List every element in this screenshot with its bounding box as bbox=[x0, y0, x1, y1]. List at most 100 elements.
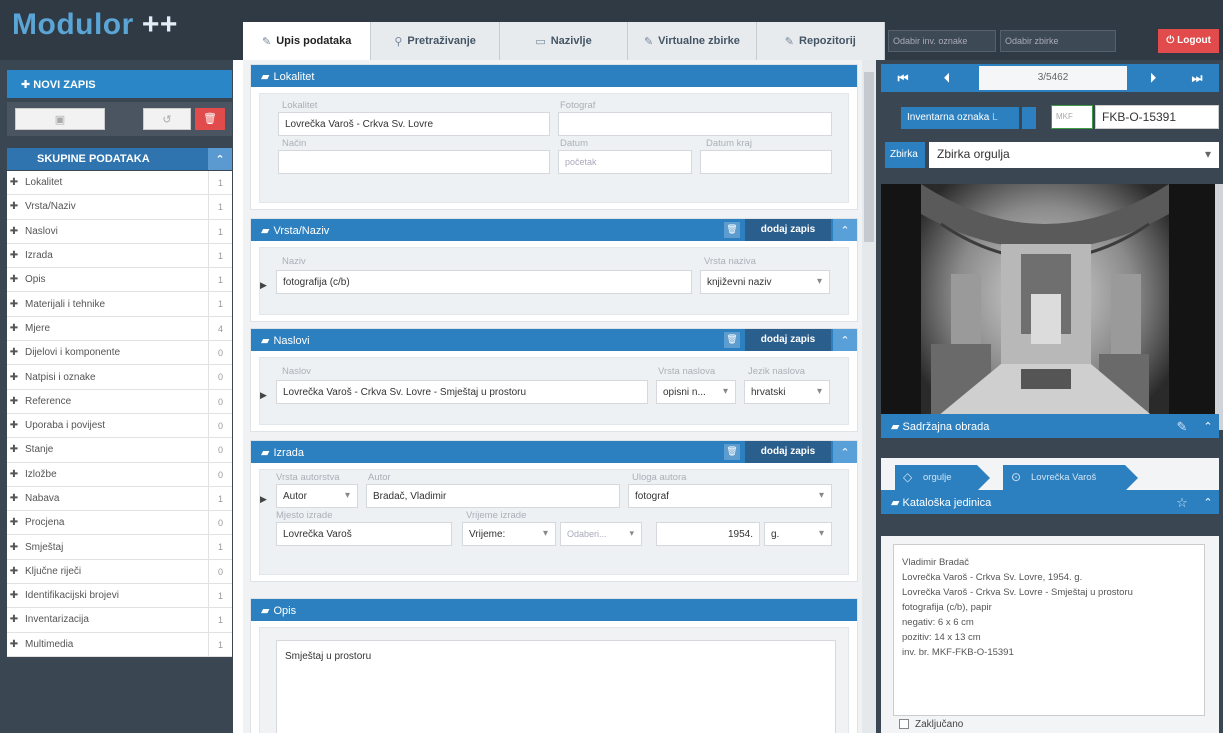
delete-entry-button[interactable]: 🗑 bbox=[724, 444, 740, 460]
section-header[interactable]: ▰ Vrsta/Naziv 🗑 dodaj zapis ⌃ bbox=[251, 219, 857, 241]
chevron-up-icon[interactable]: ⌃ bbox=[833, 219, 857, 241]
group-item[interactable]: ✚ Naslovi 1 bbox=[7, 219, 232, 244]
group-item[interactable]: ✚ Ključne riječi 0 bbox=[7, 559, 232, 585]
group-item[interactable]: ✚ Inventarizacija 1 bbox=[7, 608, 232, 633]
group-item-count: 4 bbox=[208, 316, 232, 341]
new-record-button[interactable]: ✚ NOVI ZAPIS bbox=[7, 70, 232, 98]
edit-icon[interactable]: ✎ bbox=[1173, 417, 1191, 435]
expand-arrow-icon[interactable]: ▶ bbox=[260, 494, 267, 505]
godina-input[interactable]: 1954. bbox=[656, 522, 760, 546]
form-scrollbar[interactable] bbox=[862, 60, 876, 733]
inventory-mark-input[interactable]: FKB-O-15391 bbox=[1095, 105, 1219, 129]
chevron-up-icon[interactable]: ⌃ bbox=[1197, 490, 1219, 514]
plus-icon: ✚ bbox=[21, 79, 34, 91]
previous-record-button[interactable]: ⏴ bbox=[925, 64, 969, 92]
group-item[interactable]: ✚ Izrada 1 bbox=[7, 243, 232, 269]
datum-input[interactable]: početak bbox=[558, 150, 692, 174]
group-item[interactable]: ✚ Dijelovi i komponente 0 bbox=[7, 341, 232, 366]
add-entry-button[interactable]: dodaj zapis bbox=[745, 219, 831, 241]
section-header[interactable]: ▰ Opis bbox=[251, 599, 857, 621]
section-header[interactable]: ▰ Izrada 🗑 dodaj zapis ⌃ bbox=[251, 441, 857, 463]
group-item[interactable]: ✚ Vrsta/Naziv 1 bbox=[7, 195, 232, 220]
group-item-label: Procjena bbox=[25, 517, 65, 529]
uloga-autora-select[interactable]: fotograf bbox=[628, 484, 832, 508]
group-item[interactable]: ✚ Uporaba i povijest 0 bbox=[7, 413, 232, 439]
group-item[interactable]: ✚ Smještaj 1 bbox=[7, 535, 232, 560]
expand-arrow-icon[interactable]: ▶ bbox=[260, 280, 267, 291]
naziv-input[interactable]: fotografija (c/b) bbox=[276, 270, 692, 294]
delete-entry-button[interactable]: 🗑 bbox=[724, 332, 740, 348]
tab-nazivlje[interactable]: ▭ Nazivlje bbox=[500, 22, 629, 60]
undo-button[interactable]: ↺ bbox=[143, 108, 191, 130]
vrsta-naslova-select[interactable]: opisni n... bbox=[656, 380, 736, 404]
last-record-button[interactable]: ⏭ bbox=[1175, 64, 1219, 92]
odaberi-select[interactable]: Odaberi... bbox=[560, 522, 642, 546]
section-header[interactable]: ▰ Lokalitet bbox=[251, 65, 857, 87]
inventory-mark-toggle[interactable] bbox=[1022, 107, 1036, 129]
expand-arrow-icon[interactable]: ▶ bbox=[260, 390, 267, 401]
tab-repozitorij[interactable]: ✎ Repozitorij bbox=[757, 22, 886, 60]
opis-textarea[interactable]: Smještaj u prostoru bbox=[276, 640, 836, 733]
select-collection[interactable]: Odabir zbirke bbox=[1000, 30, 1116, 52]
sadrzajna-obrada-header[interactable]: ▰ Sadržajna obrada ✎ ⌃ bbox=[881, 414, 1219, 438]
group-item[interactable]: ✚ Natpisi i oznake 0 bbox=[7, 365, 232, 390]
photo-scrollbar[interactable] bbox=[1215, 184, 1223, 430]
chevron-up-icon[interactable]: ⌃ bbox=[208, 148, 232, 170]
chevron-up-icon[interactable]: ⌃ bbox=[833, 441, 857, 463]
vrsta-autorstva-select[interactable]: Autor bbox=[276, 484, 358, 508]
section-header[interactable]: ▰ Naslovi 🗑 dodaj zapis ⌃ bbox=[251, 329, 857, 351]
locked-checkbox[interactable]: Zaključano bbox=[899, 719, 963, 730]
collection-select[interactable]: Zbirka orgulja bbox=[929, 142, 1219, 168]
first-record-button[interactable]: ⏮ bbox=[881, 64, 925, 92]
group-item[interactable]: ✚ Opis 1 bbox=[7, 268, 232, 293]
record-photo[interactable] bbox=[881, 184, 1215, 430]
kataloska-jedinica-textarea[interactable]: Vladimir Bradač Lovrečka Varoš - Crkva S… bbox=[893, 544, 1205, 716]
jezik-naslova-select[interactable]: hrvatski bbox=[744, 380, 830, 404]
naslov-input[interactable]: Lovrečka Varoš - Crkva Sv. Lovre - Smješ… bbox=[276, 380, 648, 404]
group-item[interactable]: ✚ Reference 0 bbox=[7, 389, 232, 414]
delete-entry-button[interactable]: 🗑 bbox=[724, 222, 740, 238]
tab-upis-podataka[interactable]: ✎ Upis podataka bbox=[243, 22, 372, 60]
tag-lovrecka-varos[interactable]: ⊙ Lovrečka Varoš bbox=[1003, 465, 1138, 491]
power-icon: ⏻ bbox=[1166, 35, 1178, 46]
group-item[interactable]: ✚ Izložbe 0 bbox=[7, 462, 232, 487]
add-entry-button[interactable]: dodaj zapis bbox=[745, 329, 831, 351]
tab-virtualne-zbirke[interactable]: ✎ Virtualne zbirke bbox=[628, 22, 757, 60]
group-item[interactable]: ✚ Lokalitet 1 bbox=[7, 171, 232, 196]
delete-record-button[interactable]: 🗑 bbox=[195, 108, 225, 130]
group-item[interactable]: ✚ Multimedia 1 bbox=[7, 632, 232, 657]
nacin-input[interactable] bbox=[278, 150, 550, 174]
mjesto-izrade-input[interactable]: Lovrečka Varoš bbox=[276, 522, 452, 546]
group-item-label: Izrada bbox=[25, 250, 53, 262]
data-groups-header[interactable]: SKUPINE PODATAKA ⌃ bbox=[7, 148, 232, 170]
chevron-up-icon[interactable]: ⌃ bbox=[833, 329, 857, 351]
group-item[interactable]: ✚ Procjena 0 bbox=[7, 511, 232, 536]
select-inventory-mark[interactable]: Odabir inv. oznake bbox=[888, 30, 996, 52]
lokalitet-input[interactable]: Lovrečka Varoš - Crkva Sv. Lovre bbox=[278, 112, 550, 136]
group-item[interactable]: ✚ Stanje 0 bbox=[7, 438, 232, 463]
group-item[interactable]: ✚ Identifikacijski brojevi 1 bbox=[7, 584, 232, 609]
previous-icon: ⏴ bbox=[943, 71, 950, 85]
save-button[interactable]: ▣ bbox=[15, 108, 105, 130]
tag-orgulje[interactable]: ◇ orgulje bbox=[895, 465, 990, 491]
datum-kraj-input[interactable] bbox=[700, 150, 832, 174]
checkbox-icon[interactable] bbox=[899, 719, 909, 730]
add-entry-button[interactable]: dodaj zapis bbox=[745, 441, 831, 463]
vrijeme-select[interactable]: Vrijeme: bbox=[462, 522, 556, 546]
logout-button[interactable]: ⏻ Logout bbox=[1158, 29, 1219, 53]
vrsta-naziva-select[interactable]: književni naziv bbox=[700, 270, 830, 294]
next-record-button[interactable]: ⏵ bbox=[1131, 64, 1175, 92]
tab-pretrazivanje[interactable]: ⚲ Pretraživanje bbox=[371, 22, 500, 60]
inventory-prefix[interactable]: MKF bbox=[1051, 105, 1093, 129]
star-icon[interactable]: ☆ bbox=[1173, 493, 1191, 511]
group-item[interactable]: ✚ Nabava 1 bbox=[7, 486, 232, 512]
group-item[interactable]: ✚ Mjere 4 bbox=[7, 316, 232, 342]
kataloska-jedinica-header[interactable]: ▰ Kataloška jedinica ☆ ⌃ bbox=[881, 490, 1219, 514]
group-item[interactable]: ✚ Materijali i tehnike 1 bbox=[7, 292, 232, 317]
autor-input[interactable]: Bradač, Vladimir bbox=[366, 484, 620, 508]
jedinica-select[interactable]: g. bbox=[764, 522, 832, 546]
group-item-label: Mjere bbox=[25, 322, 51, 334]
fotograf-input[interactable] bbox=[558, 112, 832, 136]
scrollbar-thumb[interactable] bbox=[864, 72, 874, 242]
chevron-up-icon[interactable]: ⌃ bbox=[1197, 414, 1219, 438]
